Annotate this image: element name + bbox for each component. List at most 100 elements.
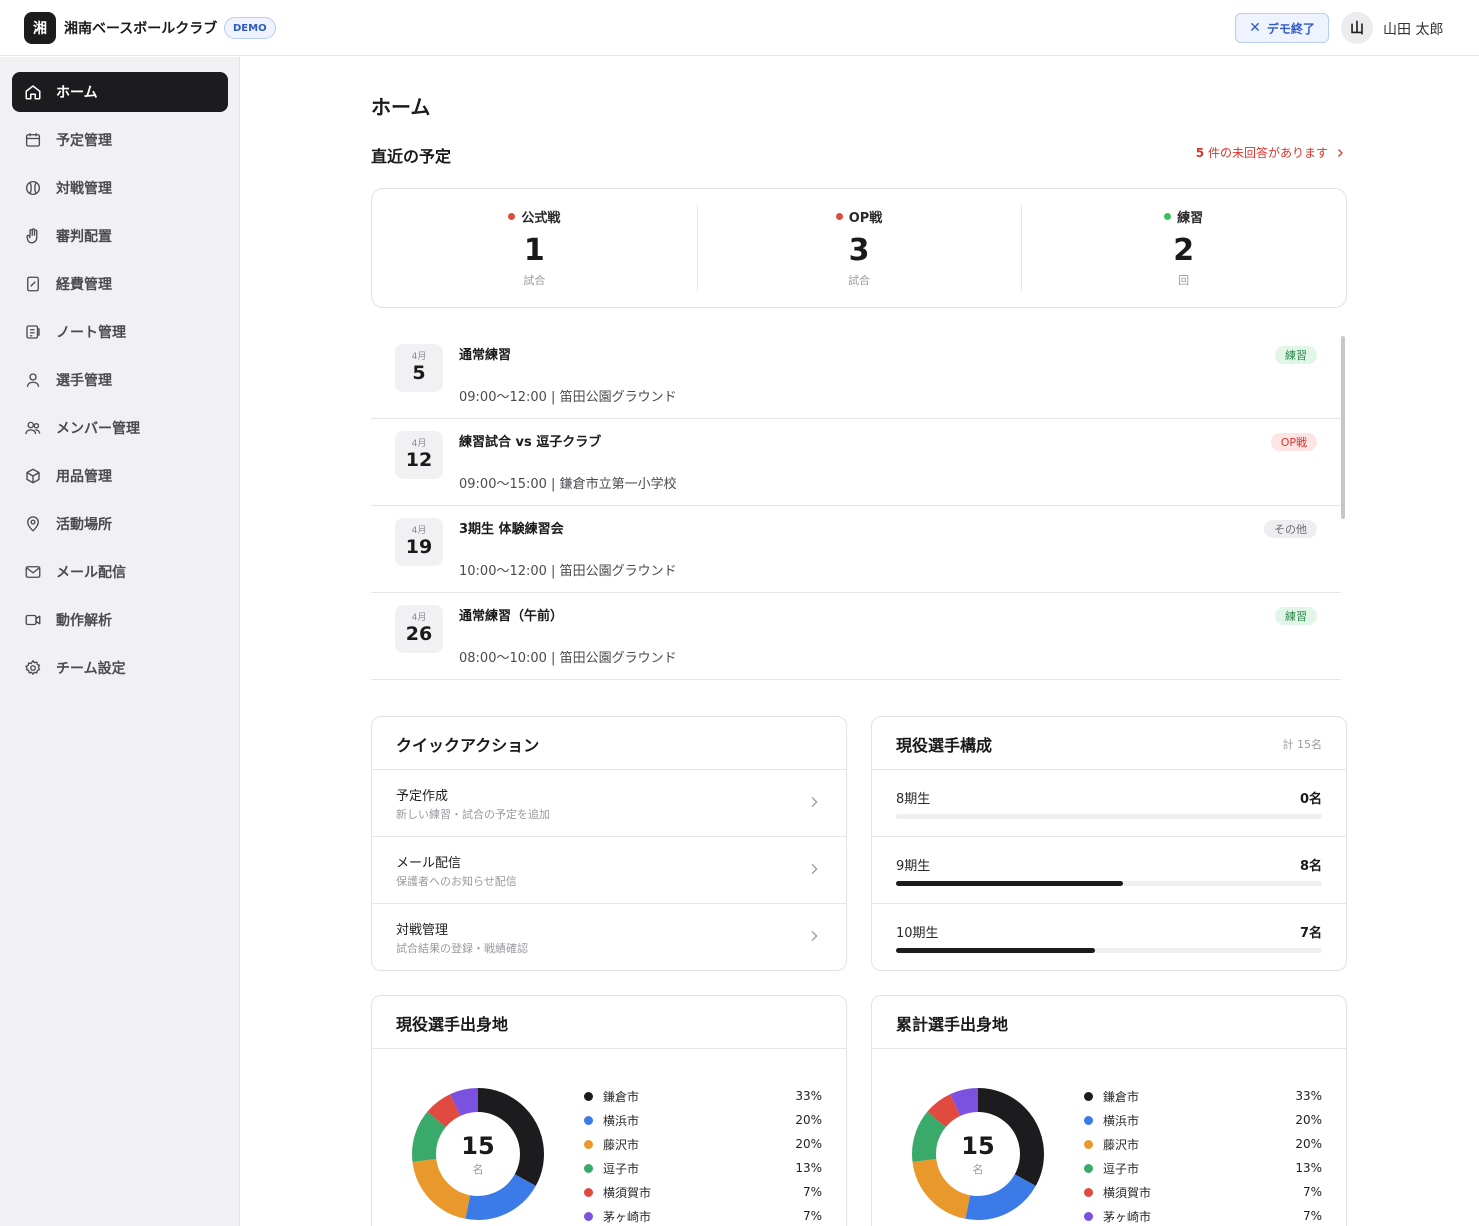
receipt-icon (27, 276, 39, 292)
chevron-right-icon (811, 930, 818, 942)
legend-item: 茅ヶ崎市 7% (1084, 1204, 1322, 1226)
event-date: 4月 19 (395, 518, 443, 566)
legend-swatch (1084, 1187, 1093, 1197)
event-detail: 10:00〜12:00 | 笛田公園グラウンド (459, 564, 677, 579)
main-content: ホーム 直近の予定 5 件の未回答があります 公式戦 1 試合 OP戦 3 試合… (241, 57, 1479, 1226)
user-name[interactable]: 山田 太郎 (1383, 19, 1443, 39)
event-item[interactable]: 4月 12 練習試合 vs 逗子クラブ 09:00〜15:00 | 鎌倉市立第一… (371, 419, 1341, 506)
composition-label: 9期生 (896, 859, 931, 874)
user-icon (26, 373, 40, 387)
legend-swatch (1084, 1139, 1093, 1149)
quick-action-matches[interactable]: 対戦管理 試合結果の登録・戦績確認 (372, 904, 846, 970)
sidebar-item-locations[interactable]: 活動場所 (12, 504, 228, 544)
chart-legend: 鎌倉市 33% 横浜市 20% 藤沢市 20% 逗子市 13% 横須賀市 7% 茅ヶ崎市 7% (1084, 1084, 1322, 1226)
top-header: 湘 湘南ベースボールクラブ DEMO ✕ デモ終了 山 山田 太郎 (0, 0, 1479, 56)
composition-label: 8期生 (896, 792, 931, 807)
event-title: 通常練習（午前） (459, 609, 564, 624)
stat-value: 2 (1173, 233, 1195, 268)
stat-label: 練習 (1177, 211, 1204, 226)
sidebar-item-umpires[interactable]: 審判配置 (12, 216, 228, 256)
quick-action-title: メール配信 (396, 856, 462, 871)
hand-icon (26, 228, 38, 244)
event-item[interactable]: 4月 26 通常練習（午前） 08:00〜10:00 | 笛田公園グラウンド 練… (371, 593, 1341, 680)
legend-label: 逗子市 (1103, 1161, 1140, 1176)
card-title: 累計選手出身地 (896, 1015, 1009, 1034)
legend-item: 横須賀市 7% (1084, 1180, 1322, 1204)
video-icon (25, 614, 41, 626)
sidebar-item-equipment[interactable]: 用品管理 (12, 456, 228, 496)
status-dot (508, 213, 516, 220)
divider (872, 1048, 1346, 1049)
demo-end-button[interactable]: ✕ デモ終了 (1235, 13, 1329, 43)
stat-official-games[interactable]: 公式戦 1 試合 (372, 189, 697, 307)
app-title[interactable]: 湘南ベースボールクラブ (64, 18, 217, 38)
legend-item: 逗子市 13% (1084, 1156, 1322, 1180)
sidebar-item-players[interactable]: 選手管理 (12, 360, 228, 400)
event-tag: 練習 (1275, 607, 1317, 625)
composition-row: 8期生 0名 (872, 770, 1346, 837)
stat-value: 3 (848, 233, 870, 268)
quick-action-create-schedule[interactable]: 予定作成 新しい練習・試合の予定を追加 (372, 770, 846, 837)
quick-action-mail[interactable]: メール配信 保護者へのお知らせ配信 (372, 837, 846, 904)
event-date: 4月 12 (395, 431, 443, 479)
legend-item: 藤沢市 20% (1084, 1132, 1322, 1156)
legend-swatch (584, 1163, 593, 1173)
legend-value: 7% (1302, 1185, 1322, 1199)
event-item[interactable]: 4月 5 通常練習 09:00〜12:00 | 笛田公園グラウンド 練習 (371, 332, 1341, 419)
legend-item: 藤沢市 20% (584, 1132, 822, 1156)
stat-label: 公式戦 (521, 211, 561, 226)
stat-practices[interactable]: 練習 2 回 (1021, 189, 1346, 307)
sidebar-item-expenses[interactable]: 経費管理 (12, 264, 228, 304)
legend-swatch (1084, 1091, 1093, 1101)
legend-value: 7% (802, 1185, 822, 1199)
quick-action-sub: 新しい練習・試合の予定を追加 (396, 808, 550, 821)
card-title: 現役選手構成 (896, 736, 993, 755)
legend-value: 20% (795, 1137, 822, 1151)
team-logo[interactable]: 湘 (24, 12, 56, 44)
legend-value: 33% (1295, 1089, 1322, 1103)
legend-item: 横須賀市 7% (584, 1180, 822, 1204)
legend-label: 藤沢市 (603, 1137, 640, 1152)
progress-track (896, 948, 1322, 953)
event-item[interactable]: 4月 19 3期生 体験練習会 10:00〜12:00 | 笛田公園グラウンド … (371, 506, 1341, 593)
sidebar-item-label: 選手管理 (56, 373, 112, 389)
origin-current-card: 現役選手出身地 15 名 鎌倉市 33% 横浜市 20% 藤沢市 20% 逗子市 13% 横須賀… (371, 995, 847, 1226)
legend-swatch (584, 1115, 593, 1125)
unanswered-link[interactable]: 5 件の未回答があります (1196, 144, 1346, 161)
demo-badge: DEMO (224, 17, 276, 39)
event-list-scrollbar[interactable] (1341, 336, 1345, 519)
gear-icon (25, 659, 41, 676)
progress-track (896, 881, 1322, 886)
event-list[interactable]: 4月 5 通常練習 09:00〜12:00 | 笛田公園グラウンド 練習 4月 … (371, 332, 1347, 681)
sidebar-item-mail[interactable]: メール配信 (12, 552, 228, 592)
donut-chart: 15 名 (410, 1086, 546, 1222)
sidebar-item-label: 審判配置 (56, 229, 112, 245)
legend-value: 20% (1295, 1113, 1322, 1127)
mail-icon (25, 566, 41, 578)
stat-unit: 試合 (848, 274, 870, 287)
sidebar-item-motion-analysis[interactable]: 動作解析 (12, 600, 228, 640)
sidebar-item-home[interactable]: ホーム (12, 72, 228, 112)
stats-summary: 公式戦 1 試合 OP戦 3 試合 練習 2 回 (371, 188, 1347, 308)
sidebar-item-members[interactable]: メンバー管理 (12, 408, 228, 448)
event-title: 3期生 体験練習会 (459, 522, 564, 537)
sidebar-item-schedule[interactable]: 予定管理 (12, 120, 228, 160)
card-title: クイックアクション (396, 736, 540, 755)
card-title: 現役選手出身地 (396, 1015, 509, 1034)
sidebar-item-notes[interactable]: ノート管理 (12, 312, 228, 352)
sidebar-item-matches[interactable]: 対戦管理 (12, 168, 228, 208)
legend-item: 鎌倉市 33% (1084, 1084, 1322, 1108)
sidebar-item-team-settings[interactable]: チーム設定 (12, 648, 228, 688)
sidebar-item-label: ホーム (56, 85, 98, 101)
avatar[interactable]: 山 (1341, 12, 1373, 44)
legend-value: 20% (795, 1113, 822, 1127)
stat-op-games[interactable]: OP戦 3 試合 (696, 189, 1022, 307)
sidebar-item-label: メール配信 (56, 565, 126, 581)
chevron-right-icon (811, 796, 818, 808)
legend-label: 横須賀市 (603, 1185, 652, 1200)
donut-center-value: 15 (461, 1132, 495, 1160)
donut-center-unit: 名 (472, 1163, 484, 1176)
chevron-right-icon (811, 863, 818, 875)
home-icon (25, 85, 41, 100)
composition-count: 7名 (1299, 926, 1322, 941)
